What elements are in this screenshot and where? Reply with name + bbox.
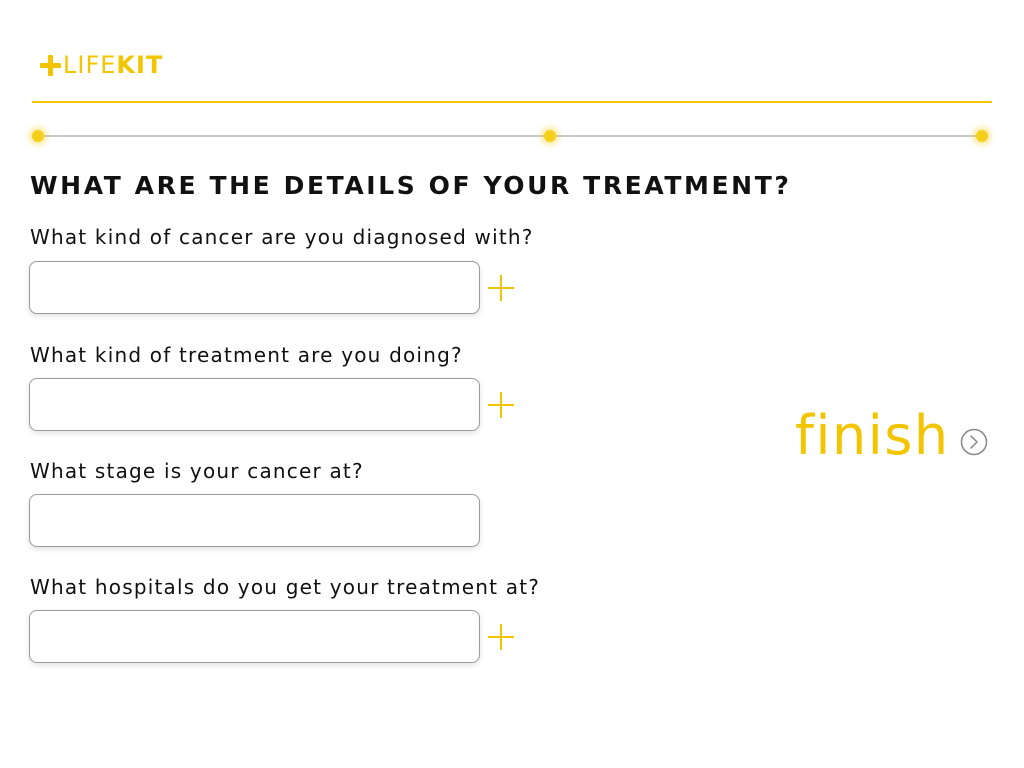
chevron-right-circle-icon bbox=[960, 428, 987, 456]
lifekit-logo[interactable]: LIFE KIT bbox=[40, 50, 163, 80]
page-title: WHAT ARE THE DETAILS OF YOUR TREATMENT? bbox=[30, 171, 792, 200]
hospitals-input[interactable] bbox=[29, 610, 480, 663]
treatment-type-input[interactable] bbox=[29, 378, 480, 431]
logo-text-kit: KIT bbox=[116, 51, 164, 79]
question-label-cancer-type: What kind of cancer are you diagnosed wi… bbox=[30, 225, 534, 249]
add-treatment-type-button[interactable] bbox=[488, 392, 514, 418]
finish-button[interactable]: finish bbox=[795, 404, 988, 468]
header-divider bbox=[32, 101, 992, 103]
question-label-hospitals: What hospitals do you get your treatment… bbox=[30, 575, 541, 599]
add-hospital-button[interactable] bbox=[488, 624, 514, 650]
question-label-treatment-type: What kind of treatment are you doing? bbox=[30, 343, 463, 367]
progress-step-3 bbox=[976, 130, 988, 142]
progress-step-2 bbox=[544, 130, 556, 142]
cancer-stage-input[interactable] bbox=[29, 494, 480, 547]
progress-track bbox=[28, 127, 994, 145]
progress-line bbox=[38, 135, 984, 137]
add-cancer-type-button[interactable] bbox=[488, 275, 514, 301]
question-label-cancer-stage: What stage is your cancer at? bbox=[30, 459, 364, 483]
logo-text-life: LIFE bbox=[63, 51, 117, 79]
finish-label: finish bbox=[795, 404, 950, 467]
cancer-type-input[interactable] bbox=[29, 261, 480, 314]
progress-step-1 bbox=[32, 130, 44, 142]
page: LIFE KIT WHAT ARE THE DETAILS OF YOUR TR… bbox=[0, 0, 1024, 768]
plus-logo-icon bbox=[40, 54, 61, 76]
